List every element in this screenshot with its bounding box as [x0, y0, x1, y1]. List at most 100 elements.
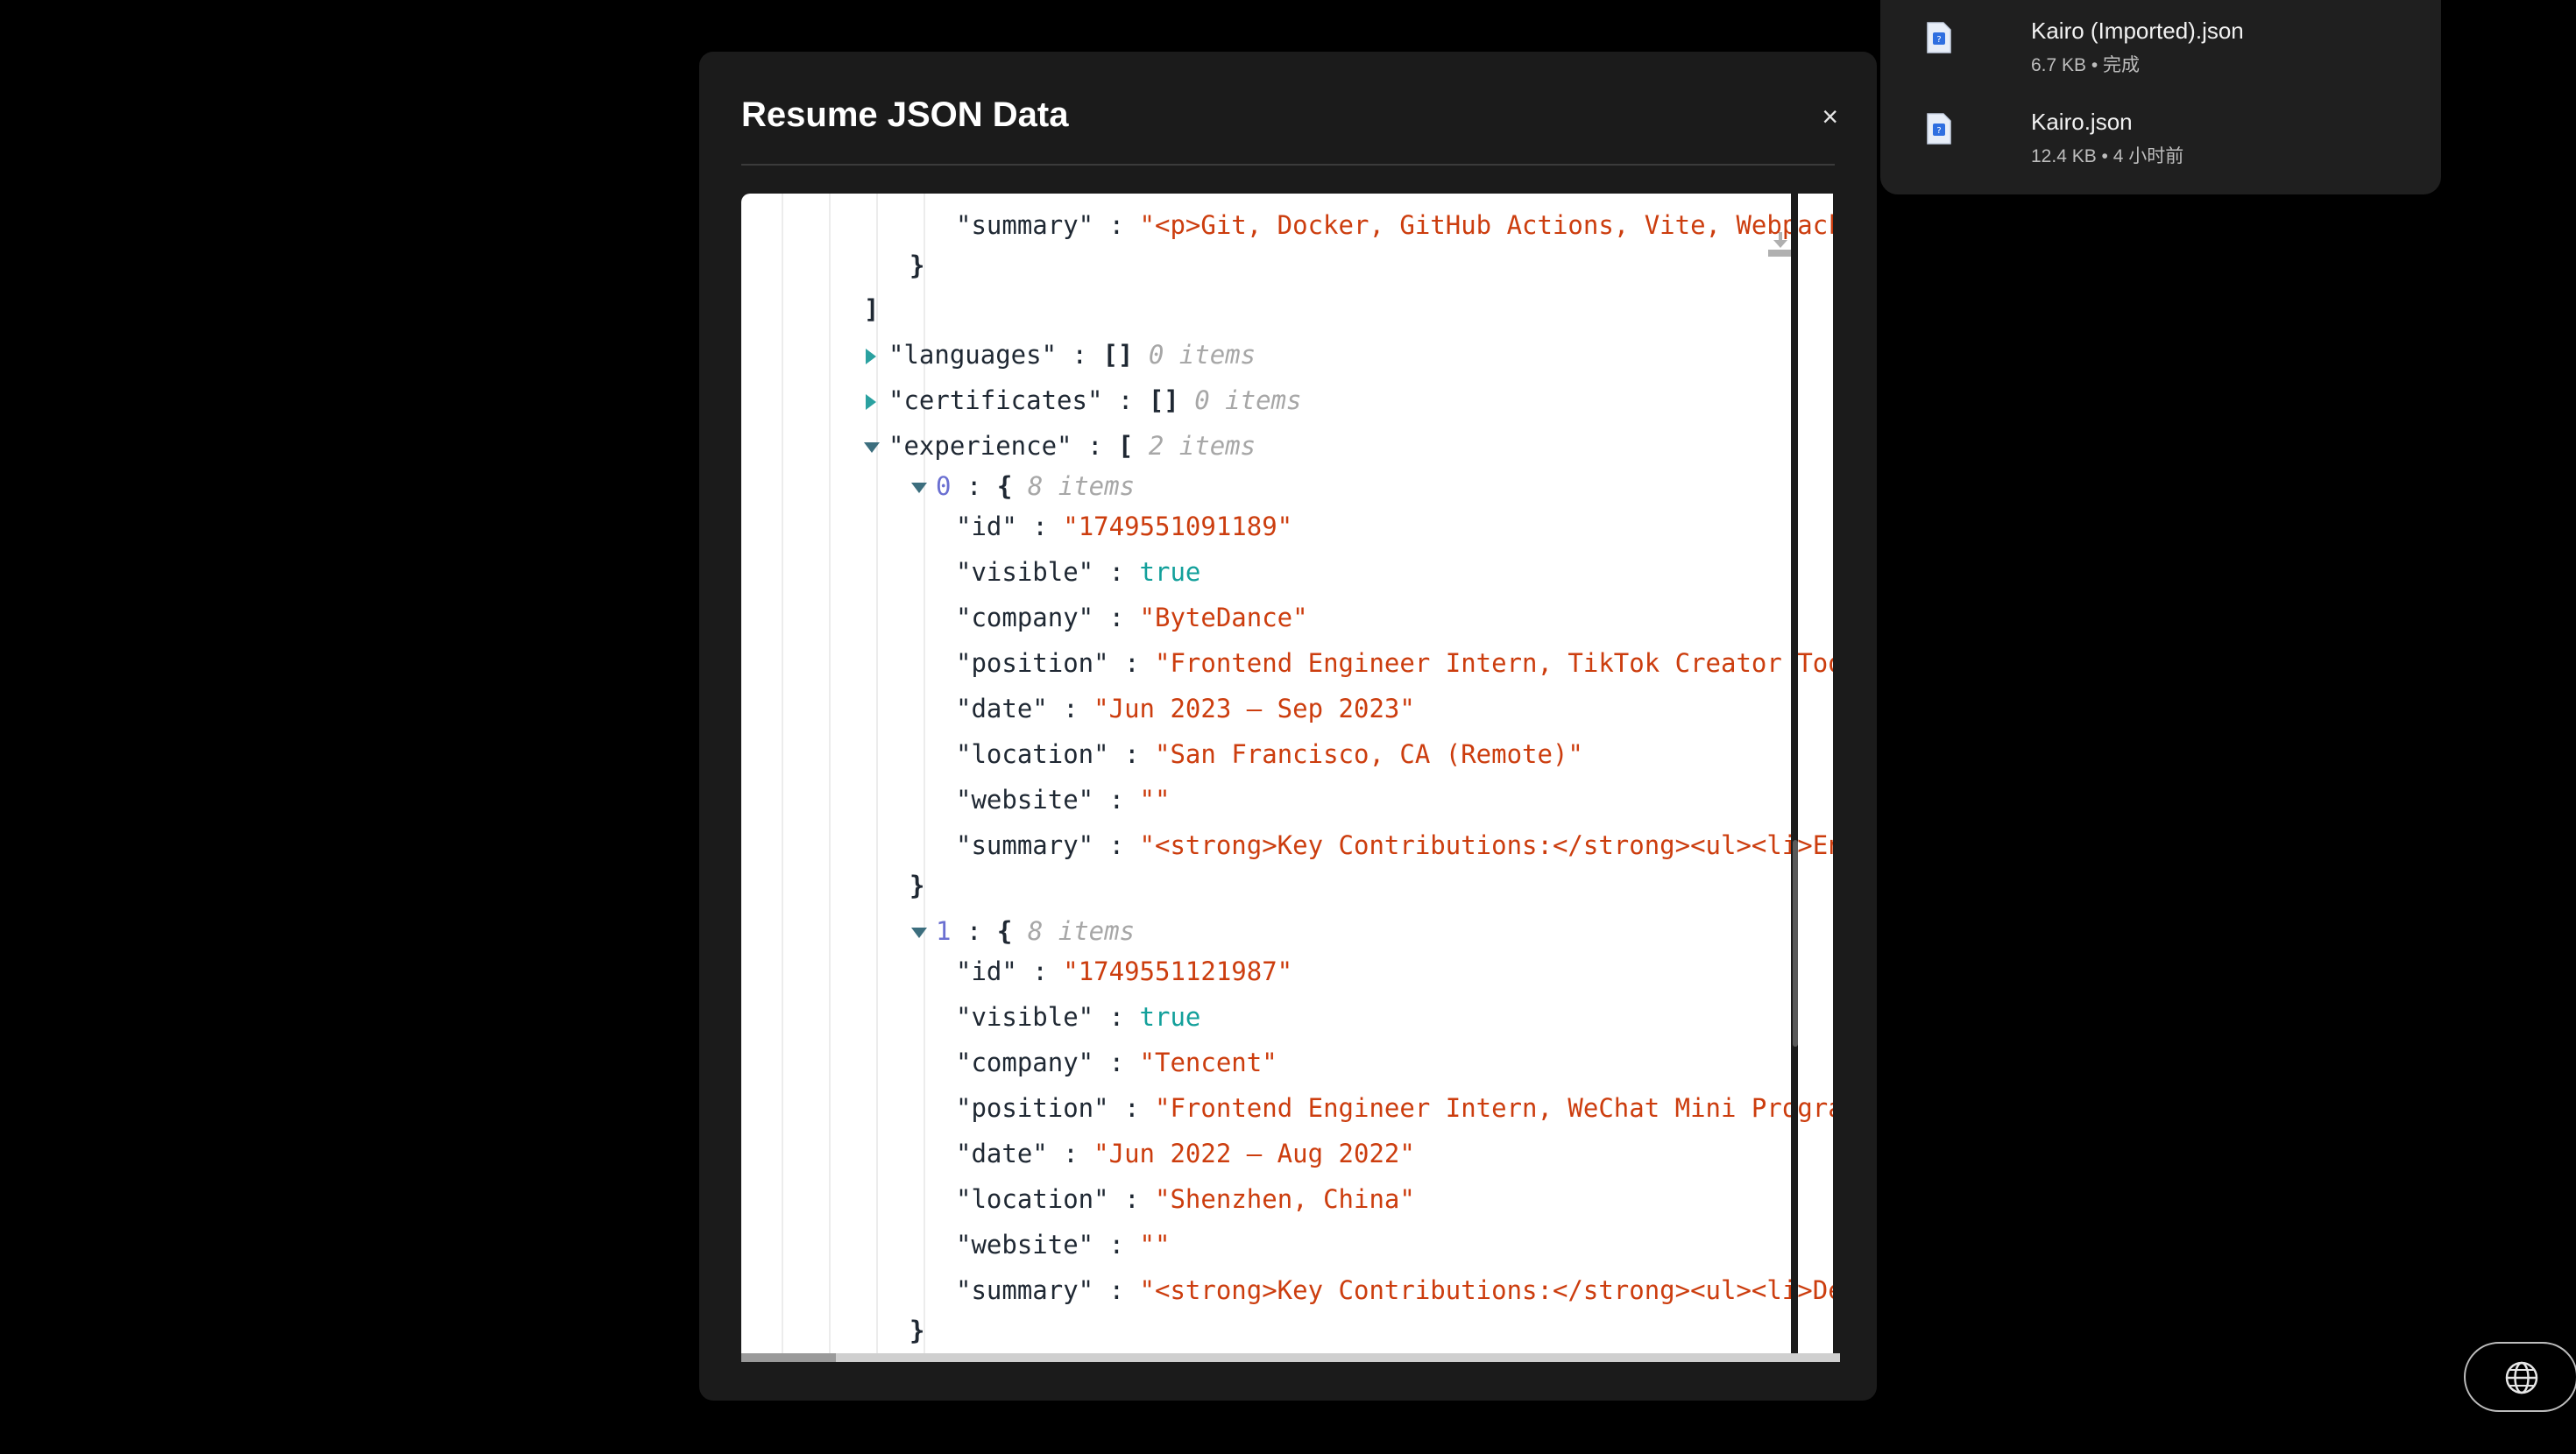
json-row: }: [909, 248, 924, 283]
json-string: "<p>Git, Docker, GitHub Actions, Vite, W…: [1139, 210, 1833, 240]
close-icon[interactable]: ×: [1822, 102, 1838, 131]
download-item[interactable]: ? Kairo.json 12.4 KB • 4 小时前: [1926, 109, 2417, 179]
item-count: 0 items: [1148, 340, 1256, 370]
json-key: "company": [956, 603, 1094, 632]
bracket: []: [1102, 340, 1134, 370]
json-row-languages[interactable]: "languages" : [] 0 items: [866, 337, 1256, 372]
colon: :: [1032, 512, 1048, 541]
caret-down-icon[interactable]: [864, 442, 880, 453]
json-string: "Shenzhen, China": [1155, 1184, 1415, 1214]
caret-down-icon[interactable]: [911, 483, 927, 493]
json-string: "Frontend Engineer Intern, TikTok Creato…: [1155, 648, 1833, 678]
json-row-entry-0[interactable]: 0 : { 8 items: [911, 469, 1135, 504]
colon: :: [1063, 694, 1079, 723]
bracket: [: [1117, 431, 1134, 461]
json-row: "company" : "ByteDance": [956, 600, 1308, 635]
json-string: "Jun 2022 – Aug 2022": [1093, 1139, 1415, 1168]
download-file-name: Kairo (Imported).json: [2031, 18, 2244, 44]
json-key: "summary": [956, 210, 1094, 240]
json-row: "date" : "Jun 2023 – Sep 2023": [956, 691, 1415, 726]
json-row: "id" : "1749551091189": [956, 509, 1292, 544]
json-key: "location": [956, 739, 1109, 769]
json-row: "location" : "Shenzhen, China": [956, 1182, 1415, 1217]
colon: :: [1072, 340, 1087, 370]
colon: :: [1063, 1139, 1079, 1168]
colon: :: [1108, 1048, 1125, 1077]
download-item[interactable]: ? Kairo (Imported).json 6.7 KB • 完成: [1926, 18, 2417, 88]
json-row: "position" : "Frontend Engineer Intern, …: [956, 1090, 1833, 1126]
json-key: "summary": [956, 830, 1094, 860]
json-key: "website": [956, 1230, 1094, 1260]
item-count: 0 items: [1194, 385, 1302, 415]
json-string: "Tencent": [1139, 1048, 1277, 1077]
json-key: "id": [956, 956, 1017, 986]
json-row: ]: [864, 292, 879, 327]
colon: :: [1117, 385, 1134, 415]
json-row: "company" : "Tencent": [956, 1045, 1277, 1080]
json-viewer[interactable]: "summary" : "<p>Git, Docker, GitHub Acti…: [741, 194, 1833, 1360]
file-icon: ?: [1927, 22, 1951, 53]
json-string: "": [1139, 785, 1171, 815]
json-key: "location": [956, 1184, 1109, 1214]
svg-text:?: ?: [1936, 35, 1941, 45]
json-key: "company": [956, 1048, 1094, 1077]
json-key: "website": [956, 785, 1094, 815]
colon: :: [1108, 830, 1125, 860]
json-row: }: [909, 1313, 924, 1348]
json-row-entry-1[interactable]: 1 : { 8 items: [911, 914, 1135, 949]
item-count: 8 items: [1027, 471, 1136, 501]
colon: :: [1124, 1184, 1140, 1214]
json-row: "visible" : true: [956, 554, 1200, 589]
json-string: "Frontend Engineer Intern, WeChat Mini P…: [1155, 1093, 1833, 1123]
vertical-scrollbar[interactable]: [1791, 194, 1798, 1360]
json-row: "date" : "Jun 2022 – Aug 2022": [956, 1136, 1415, 1171]
json-key: "summary": [956, 1275, 1094, 1305]
horizontal-scrollbar-thumb[interactable]: [741, 1353, 836, 1362]
json-boolean: true: [1139, 1002, 1201, 1032]
json-key: "date": [956, 694, 1048, 723]
close-brace: }: [909, 871, 925, 900]
json-row: "location" : "San Francisco, CA (Remote)…: [956, 737, 1583, 772]
json-string: "": [1139, 1230, 1171, 1260]
json-key: "certificates": [888, 385, 1103, 415]
close-brace: }: [909, 1316, 925, 1345]
json-data-modal: Resume JSON Data × "summary" : "<p>Git, …: [699, 52, 1877, 1401]
vertical-scrollbar-thumb[interactable]: [1793, 840, 1798, 1047]
json-row: "website" : "": [956, 782, 1170, 817]
svg-text:?: ?: [1936, 126, 1941, 136]
colon: :: [1108, 557, 1125, 587]
close-bracket: ]: [864, 294, 880, 324]
caret-down-icon[interactable]: [911, 928, 927, 938]
caret-right-icon[interactable]: [866, 394, 876, 410]
json-string: "<strong>Key Contributions:</strong><ul>…: [1139, 830, 1833, 860]
json-string: "ByteDance": [1139, 603, 1308, 632]
json-row: "id" : "1749551121987": [956, 954, 1292, 989]
json-row: "summary" : "<p>Git, Docker, GitHub Acti…: [956, 208, 1833, 243]
json-key: "experience": [888, 431, 1072, 461]
caret-right-icon[interactable]: [866, 349, 876, 364]
bracket: {: [996, 471, 1013, 501]
language-button[interactable]: [2464, 1342, 2576, 1412]
array-index: 0: [936, 471, 952, 501]
colon: :: [1108, 603, 1125, 632]
item-count: 2 items: [1148, 431, 1256, 461]
colon: :: [1124, 739, 1140, 769]
json-row-experience[interactable]: "experience" : [ 2 items: [864, 428, 1256, 463]
json-row: "position" : "Frontend Engineer Intern, …: [956, 646, 1833, 681]
colon: :: [1124, 648, 1140, 678]
downloads-panel: ? Kairo (Imported).json 6.7 KB • 完成 ? Ka…: [1880, 0, 2441, 194]
json-row-certificates[interactable]: "certificates" : [] 0 items: [866, 383, 1301, 418]
modal-title: Resume JSON Data: [741, 95, 1069, 134]
json-row: "summary" : "<strong>Key Contributions:<…: [956, 828, 1833, 863]
json-boolean: true: [1139, 557, 1201, 587]
colon: :: [1108, 1275, 1125, 1305]
json-code: "summary" : "<p>Git, Docker, GitHub Acti…: [741, 194, 1833, 1360]
colon: :: [1108, 1002, 1125, 1032]
colon: :: [1086, 431, 1103, 461]
download-file-name: Kairo.json: [2031, 109, 2133, 135]
json-string: "Jun 2023 – Sep 2023": [1093, 694, 1415, 723]
colon: :: [1108, 785, 1125, 815]
horizontal-scrollbar[interactable]: [741, 1353, 1840, 1362]
json-key: "visible": [956, 557, 1094, 587]
colon: :: [966, 916, 982, 946]
